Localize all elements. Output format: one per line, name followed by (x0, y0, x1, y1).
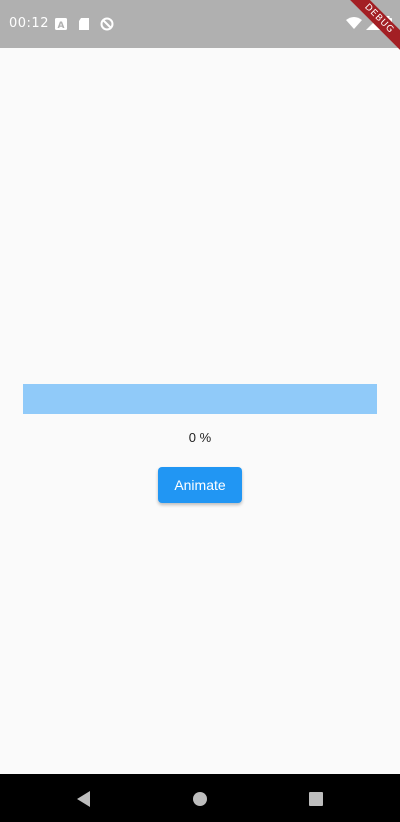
notification-a-icon: A (54, 16, 68, 31)
status-icons-left: A (54, 16, 114, 31)
debug-banner: DEBUG (342, 0, 400, 56)
app-screen: 00:12 A DEBUG 0 % Animate (0, 0, 400, 822)
debug-ribbon-container: DEBUG (340, 0, 400, 60)
home-icon[interactable] (191, 790, 209, 808)
progress-percentage: 0 % (188, 430, 212, 445)
animate-button[interactable]: Animate (158, 467, 242, 503)
sd-card-icon (77, 16, 91, 30)
navigation-bar (0, 774, 400, 822)
svg-text:A: A (58, 21, 65, 31)
progress-bar (23, 384, 377, 414)
recents-icon[interactable] (307, 790, 325, 808)
status-time: 00:12 (9, 16, 49, 31)
no-sync-icon (100, 16, 114, 31)
back-icon[interactable] (75, 790, 93, 808)
